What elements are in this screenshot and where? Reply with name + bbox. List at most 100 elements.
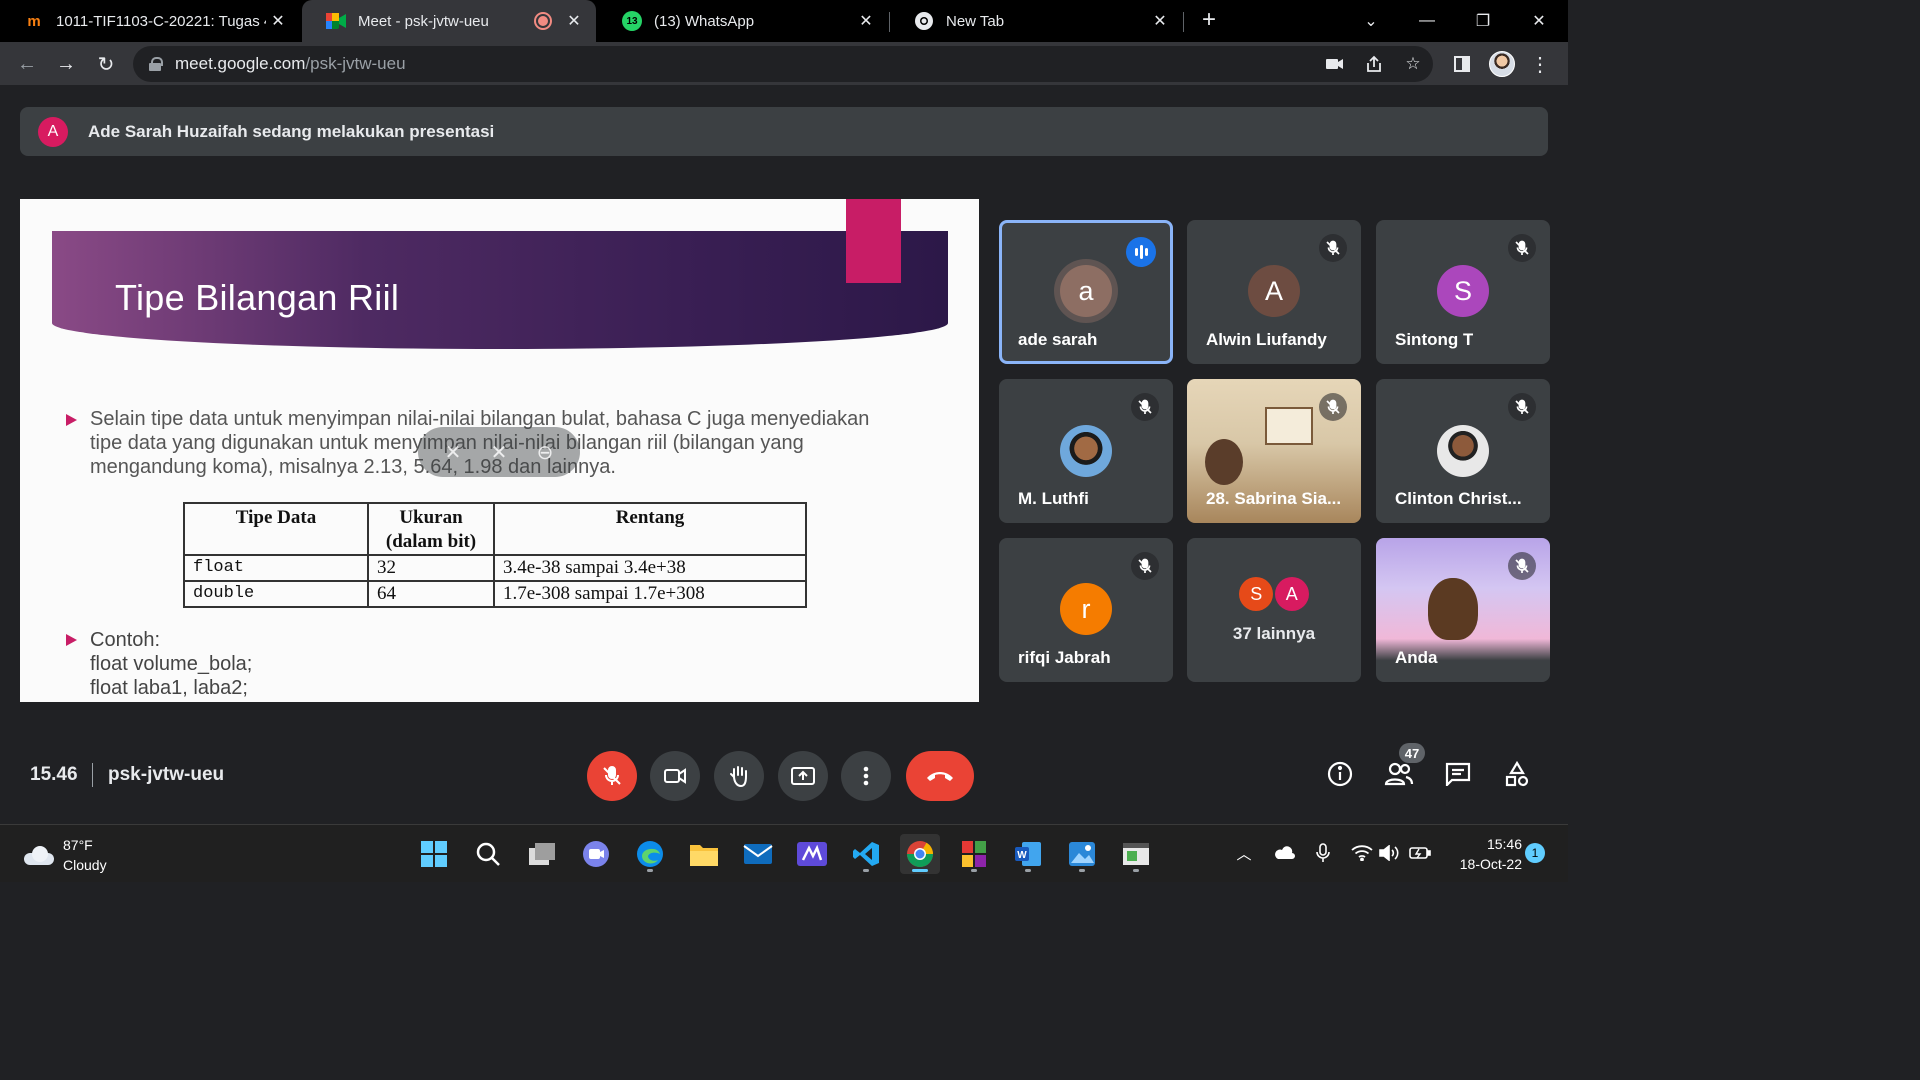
file-explorer-icon[interactable] [684,834,724,874]
new-tab-button[interactable]: + [1196,8,1222,34]
participant-name: Alwin Liufandy [1206,330,1327,349]
participant-tile-m-luthfi[interactable]: M. Luthfi [999,379,1173,523]
others-avatars: S A [1187,577,1361,611]
recording-indicator-icon [536,14,550,28]
tab-whatsapp[interactable]: 13 (13) WhatsApp ✕ [598,0,888,42]
leave-call-button[interactable] [906,751,974,801]
participant-name: Sintong T [1395,330,1474,349]
snipping-window-icon[interactable] [1116,834,1156,874]
weather-condition: Cloudy [63,857,107,873]
video-window-shape [1265,407,1313,445]
presentation-slide: Tipe Bilangan Riil Selain tipe data untu… [20,199,979,702]
divider [92,763,93,787]
share-icon[interactable] [1359,46,1389,82]
table-cell: double [183,580,369,608]
tab-new-tab[interactable]: New Tab ✕ [890,0,1182,42]
chrome-icon [914,11,934,31]
cloud-icon [22,845,54,865]
clock-time: 15:46 [1486,836,1522,852]
microphone-toggle-button[interactable] [587,751,637,801]
volume-icon[interactable] [1378,841,1402,865]
participant-avatar: S [1437,265,1489,317]
table-cell: 1.7e-308 sampai 1.7e+308 [493,580,807,608]
edge-browser-icon[interactable] [630,834,670,874]
slide-example: Contoh: float volume_bola; float laba1, … [90,628,252,700]
bookmark-star-icon[interactable]: ☆ [1398,46,1428,82]
camera-toggle-button[interactable] [650,751,700,801]
meeting-details-info-icon[interactable] [1324,758,1356,790]
participant-photo [1437,425,1489,477]
mail-icon[interactable] [738,834,778,874]
tab-moodle-tugas[interactable]: m 1011-TIF1103-C-20221: Tugas 4 ✕ [0,0,300,42]
profile-avatar[interactable] [1489,51,1515,77]
visual-studio-icon[interactable] [792,834,832,874]
participant-count-badge: 47 [1399,743,1425,763]
tab-google-meet[interactable]: Meet - psk-jvtw-ueu ✕ [302,0,596,42]
activities-icon[interactable] [1501,758,1533,790]
system-clock[interactable]: 15:46 18-Oct-22 [1440,834,1522,874]
participant-tile-alwin[interactable]: A Alwin Liufandy [1187,220,1361,364]
presentation-hover-controls[interactable]: ✕ ✕ ⊖ [418,427,580,477]
notification-badge[interactable]: 1 [1525,843,1545,863]
wifi-icon[interactable] [1350,841,1374,865]
weather-temperature: 87°F [63,837,93,853]
teams-chat-icon[interactable] [576,834,616,874]
close-window-button[interactable]: ✕ [1514,0,1564,42]
participant-tile-sabrina[interactable]: 28. Sabrina Sia... [1187,379,1361,523]
participant-tile-sintong[interactable]: S Sintong T [1376,220,1550,364]
side-panel-icon[interactable] [1448,50,1476,78]
running-indicator [863,869,869,872]
moodle-icon: m [27,12,41,30]
chat-icon[interactable] [1442,758,1474,790]
address-bar[interactable]: meet.google.com/psk-jvtw-ueu ☆ [133,46,1433,82]
participant-photo [1060,425,1112,477]
microphone-in-use-icon[interactable] [1311,841,1335,865]
vscode-icon[interactable] [846,834,886,874]
chrome-taskbar-icon[interactable] [900,834,940,874]
running-indicator [647,869,653,872]
winrar-icon[interactable] [954,834,994,874]
onedrive-cloud-icon[interactable] [1272,841,1296,865]
participant-tile-clinton[interactable]: Clinton Christ... [1376,379,1550,523]
tab-search-chevron-icon[interactable]: ⌄ [1346,0,1396,42]
bullet-arrow-icon [66,634,78,646]
back-arrow-icon[interactable]: ← [13,50,41,78]
remove-icon[interactable]: ⊖ [537,440,554,465]
camera-in-use-icon[interactable] [1320,46,1350,82]
present-screen-button[interactable] [778,751,828,801]
table-row: double 64 1.7e-308 sampai 1.7e+308 [183,580,807,608]
video-person-shape [1205,439,1243,485]
task-view-icon[interactable] [522,834,562,874]
search-icon[interactable] [468,834,508,874]
weather-widget[interactable]: 87°F Cloudy [22,835,107,875]
lock-icon[interactable] [149,57,163,71]
pin-off-icon[interactable]: ✕ [445,440,462,465]
word-icon[interactable]: W [1008,834,1048,874]
photos-icon[interactable] [1062,834,1102,874]
more-options-button[interactable] [841,751,891,801]
participant-tile-rifqi[interactable]: r rifqi Jabrah [999,538,1173,682]
mute-off-icon[interactable]: ✕ [491,440,508,465]
reload-icon[interactable]: ↻ [92,50,120,78]
close-tab-icon[interactable]: ✕ [562,9,586,33]
chrome-menu-icon[interactable]: ⋮ [1526,50,1554,78]
participant-tile-ade-sarah[interactable]: a ade sarah [999,220,1173,364]
windows-start-icon[interactable] [414,834,454,874]
mini-avatar: S [1239,577,1274,611]
show-hidden-icons-chevron-icon[interactable]: ︿ [1232,841,1256,865]
participant-name: M. Luthfi [1018,489,1089,508]
close-tab-icon[interactable]: ✕ [1148,9,1172,33]
minimize-button[interactable]: — [1402,0,1452,42]
forward-arrow-icon[interactable]: → [52,50,80,78]
close-tab-icon[interactable]: ✕ [854,9,878,33]
restore-button[interactable]: ❐ [1458,0,1508,42]
running-indicator [1025,869,1031,872]
participant-tile-others[interactable]: S A 37 lainnya [1187,538,1361,682]
participant-name: Clinton Christ... [1395,489,1522,508]
others-count-label: 37 lainnya [1232,624,1316,643]
presenter-avatar: A [38,116,68,147]
battery-charging-icon[interactable] [1408,841,1432,865]
close-tab-icon[interactable]: ✕ [266,9,290,33]
participant-tile-self[interactable]: Anda [1376,538,1550,682]
raise-hand-button[interactable] [714,751,764,801]
